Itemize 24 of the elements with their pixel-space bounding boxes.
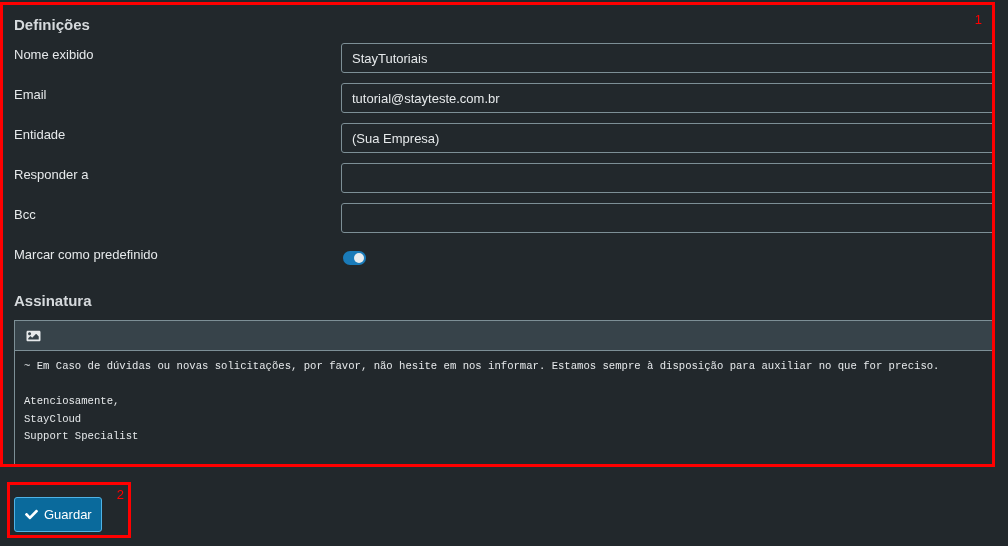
signature-line: StayCloud <box>24 411 82 427</box>
field-label: Nome exibido <box>14 46 95 64</box>
text-field[interactable]: tutorial@stayteste.com.br <box>341 83 995 113</box>
save-button[interactable]: Guardar <box>14 497 102 532</box>
section-title: Definições <box>14 15 90 35</box>
text-field[interactable] <box>341 163 995 193</box>
signature-line: ~ Em Caso de dúvidas ou novas solicitações, por favor, não hesite em nos informar. Estamos sempre à disposição para auxiliar no que for preciso. <box>24 359 940 374</box>
signature-line: Atenciosamente, <box>24 394 120 409</box>
field-label: Email <box>14 86 48 104</box>
signature-editor[interactable]: ~ Em Caso de dúvidas ou novas solicitações, por favor, não hesite em nos informar. Estamos sempre à disposição para auxiliar no que for preciso. Atenciosamente, StayCloud Support Specialist <box>14 320 995 467</box>
field-label: Responder a <box>14 166 90 184</box>
section-title: Assinatura <box>14 291 92 311</box>
field-label: Bcc <box>14 206 37 224</box>
text-field[interactable]: (Sua Empresa) <box>341 123 995 153</box>
signature-line: Support Specialist <box>24 429 139 444</box>
text-field[interactable] <box>341 203 995 233</box>
toggle-switch[interactable] <box>343 251 366 265</box>
field-label: Marcar como predefinido <box>14 246 159 264</box>
image-icon[interactable] <box>25 328 42 343</box>
annotation-number: 2 <box>116 486 124 504</box>
field-label: Entidade <box>14 126 67 144</box>
check-icon <box>24 508 39 521</box>
text-field[interactable]: StayTutoriais <box>341 43 995 73</box>
annotation-number: 1 <box>974 11 982 29</box>
